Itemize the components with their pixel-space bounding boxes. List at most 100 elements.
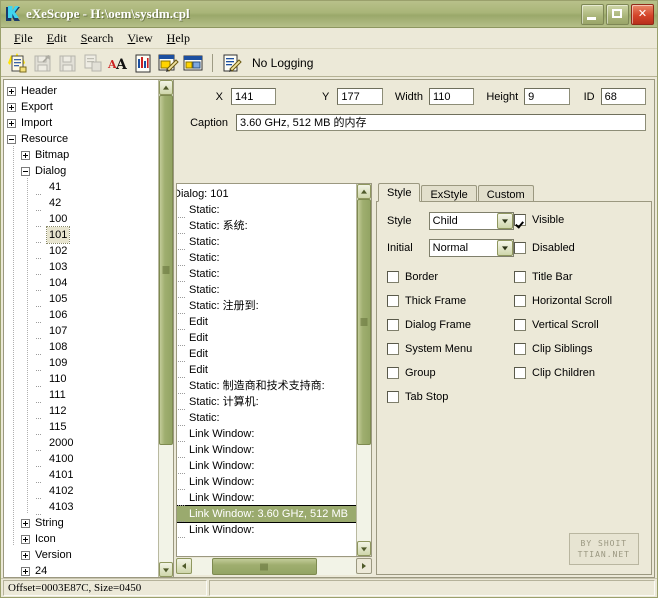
- tree-item-dialog[interactable]: Dialog: [7, 163, 158, 179]
- tree-item-115[interactable]: 115: [7, 419, 158, 435]
- checkbox-border[interactable]: Border: [387, 270, 514, 283]
- tree-item-4102[interactable]: 4102: [7, 483, 158, 499]
- checkbox-system-menu[interactable]: System Menu: [387, 342, 514, 355]
- tree-item-2000[interactable]: 2000: [7, 435, 158, 451]
- tree-item-version[interactable]: Version: [7, 547, 158, 563]
- control-list-item[interactable]: Static: 制造商和技术支持商:: [177, 378, 356, 394]
- chevron-down-icon[interactable]: [497, 240, 513, 256]
- checkbox-visible-box[interactable]: [514, 214, 526, 226]
- control-list-item[interactable]: Edit: [177, 330, 356, 346]
- checkbox-title-bar[interactable]: Title Bar: [514, 270, 641, 283]
- tree-item-string[interactable]: String: [7, 515, 158, 531]
- expand-icon[interactable]: [21, 534, 30, 544]
- menu-file[interactable]: File: [7, 29, 40, 48]
- checkbox-thick-frame-box[interactable]: [387, 294, 399, 307]
- checkbox-disabled[interactable]: Disabled: [514, 242, 641, 254]
- list-scroll-left-button[interactable]: [176, 558, 192, 574]
- list-vertical-scrollbar[interactable]: [356, 184, 371, 556]
- list-hscroll-thumb[interactable]: [211, 558, 317, 575]
- properties-icon[interactable]: [132, 52, 154, 74]
- tree-item-header[interactable]: Header: [7, 83, 158, 99]
- checkbox-title-bar-box[interactable]: [514, 270, 526, 283]
- control-list-item[interactable]: Link Window:: [177, 474, 356, 490]
- control-list-item[interactable]: Link Window:: [177, 522, 356, 538]
- list-hscroll-track[interactable]: [192, 558, 356, 575]
- tree-item-import[interactable]: Import: [7, 115, 158, 131]
- control-list-item[interactable]: Link Window:: [177, 458, 356, 474]
- tree-vertical-scrollbar[interactable]: [158, 80, 173, 577]
- maximize-button[interactable]: [606, 3, 629, 25]
- expand-icon[interactable]: [21, 518, 30, 528]
- checkbox-tab-stop-box[interactable]: [387, 390, 399, 403]
- resource-tree[interactable]: Header Export Import Resource Bitmap Dialog 41…: [4, 80, 158, 577]
- tree-item-4101[interactable]: 4101: [7, 467, 158, 483]
- expand-icon[interactable]: [7, 102, 16, 112]
- tree-item-bitmap[interactable]: Bitmap: [7, 147, 158, 163]
- tree-item-104[interactable]: 104: [7, 275, 158, 291]
- tab-style[interactable]: Style: [378, 183, 421, 202]
- tree-item-105[interactable]: 105: [7, 291, 158, 307]
- tree-item-102[interactable]: 102: [7, 243, 158, 259]
- chevron-down-icon[interactable]: [497, 213, 513, 229]
- checkbox-visible[interactable]: Visible: [514, 214, 641, 226]
- tree-item-110[interactable]: 110: [7, 371, 158, 387]
- dialog-editor-icon[interactable]: [182, 52, 204, 74]
- control-list-item[interactable]: Edit: [177, 314, 356, 330]
- tab-custom[interactable]: Custom: [477, 185, 534, 202]
- tree-item-export[interactable]: Export: [7, 99, 158, 115]
- expand-icon[interactable]: [7, 86, 16, 96]
- tree-item-41[interactable]: 41: [7, 179, 158, 195]
- checkbox-vertical-scroll[interactable]: Vertical Scroll: [514, 318, 641, 331]
- open-file-icon[interactable]: [7, 52, 29, 74]
- menu-search[interactable]: Search: [74, 29, 121, 48]
- checkbox-vertical-scroll-box[interactable]: [514, 318, 526, 331]
- control-list-item[interactable]: Static: 注册到:: [177, 298, 356, 314]
- tree-item-icon[interactable]: Icon: [7, 531, 158, 547]
- tree-item-112[interactable]: 112: [7, 403, 158, 419]
- list-scroll-thumb[interactable]: [357, 199, 371, 446]
- list-horizontal-scrollbar[interactable]: [176, 558, 372, 575]
- y-input[interactable]: 177: [337, 88, 383, 105]
- expand-icon[interactable]: [21, 550, 30, 560]
- control-list-item[interactable]: Link Window: 3.60 GHz, 512 MB: [177, 505, 356, 523]
- checkbox-clip-siblings-box[interactable]: [514, 342, 526, 355]
- tree-item-4103[interactable]: 4103: [7, 499, 158, 515]
- control-list-item[interactable]: Static: 计算机:: [177, 394, 356, 410]
- control-list-item[interactable]: Static:: [177, 234, 356, 250]
- checkbox-tab-stop[interactable]: Tab Stop: [387, 390, 514, 403]
- tree-item-4100[interactable]: 4100: [7, 451, 158, 467]
- checkbox-group[interactable]: Group: [387, 366, 514, 379]
- tab-exstyle[interactable]: ExStyle: [421, 185, 477, 202]
- control-list-item[interactable]: Static:: [177, 202, 356, 218]
- tree-item-109[interactable]: 109: [7, 355, 158, 371]
- checkbox-clip-children[interactable]: Clip Children: [514, 366, 641, 379]
- checkbox-thick-frame[interactable]: Thick Frame: [387, 294, 514, 307]
- menu-view[interactable]: View: [120, 29, 159, 48]
- tree-item-108[interactable]: 108: [7, 339, 158, 355]
- checkbox-disabled-box[interactable]: [514, 242, 526, 254]
- tree-item-24[interactable]: 24: [7, 563, 158, 577]
- id-input[interactable]: 68: [600, 88, 646, 105]
- checkbox-system-menu-box[interactable]: [387, 342, 399, 355]
- list-scroll-up-button[interactable]: [357, 184, 371, 199]
- control-list-item[interactable]: Link Window:: [177, 426, 356, 442]
- tree-scroll-thumb[interactable]: [159, 95, 173, 446]
- caption-input[interactable]: 3.60 GHz, 512 MB 的内存: [236, 114, 646, 131]
- width-input[interactable]: 110: [428, 88, 475, 105]
- font-icon[interactable]: A A: [107, 52, 129, 74]
- control-list-item[interactable]: Link Window:: [177, 490, 356, 506]
- expand-icon[interactable]: [7, 118, 16, 128]
- control-list-item[interactable]: Static: 系统:: [177, 218, 356, 234]
- checkbox-border-box[interactable]: [387, 270, 399, 283]
- menu-help[interactable]: Help: [160, 29, 197, 48]
- checkbox-horizontal-scroll[interactable]: Horizontal Scroll: [514, 294, 641, 307]
- expand-icon[interactable]: [21, 150, 30, 160]
- checkbox-group-box[interactable]: [387, 366, 399, 379]
- expand-icon[interactable]: [21, 566, 30, 576]
- logging-icon[interactable]: [221, 52, 243, 74]
- tree-item-resource[interactable]: Resource: [7, 131, 158, 147]
- control-list-item[interactable]: Static:: [177, 282, 356, 298]
- menu-edit[interactable]: Edit: [40, 29, 74, 48]
- list-scroll-down-button[interactable]: [357, 541, 371, 556]
- tree-item-107[interactable]: 107: [7, 323, 158, 339]
